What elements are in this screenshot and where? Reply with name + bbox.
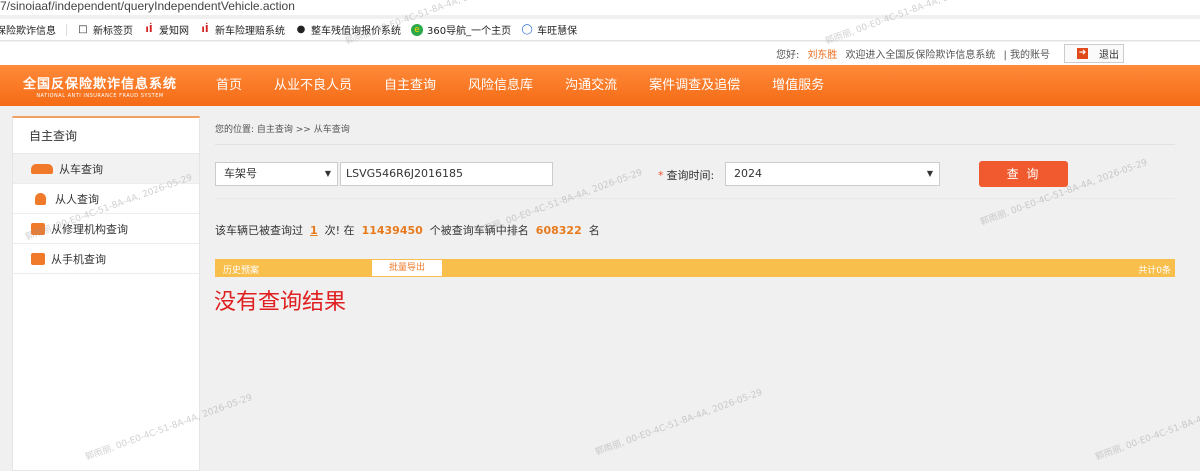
- query-stats: 该车辆已被查询过 1 次! 在 11439450 个被查询车辆中排名 608322 名: [215, 222, 600, 238]
- nav-home[interactable]: 首页: [200, 65, 258, 106]
- repair-shop-icon: [31, 222, 45, 235]
- vin-input[interactable]: LSVG546R6J2016185: [340, 162, 553, 186]
- logout-icon: ➜: [1077, 48, 1088, 59]
- nav-case-investigation[interactable]: 案件调查及追偿: [633, 65, 756, 106]
- history-bar: 历史预案 批量导出 共计0条: [215, 259, 1175, 277]
- nav-self-query[interactable]: 自主查询: [368, 65, 452, 106]
- phone-icon: [31, 252, 45, 265]
- nav-value-added[interactable]: 增值服务: [756, 65, 840, 106]
- main-nav: 全国反保险欺诈信息系统 NATIONAL ANTI INSURANCE FRAU…: [0, 65, 1200, 106]
- history-title: 历史预案: [223, 266, 260, 276]
- required-mark: *: [658, 169, 664, 182]
- bookmarks-bar: 保险欺诈信息 □ 新标签页 ıİ 爱知网 ıİ 新车险理赔系统 ● 整车残值询报…: [0, 19, 1200, 41]
- address-bar[interactable]: 7/sinoiaaf/independent/queryIndependentV…: [0, 0, 1200, 15]
- stats-mid1: 次! 在: [324, 224, 355, 237]
- query-button[interactable]: 查 询: [979, 161, 1068, 187]
- person-icon: [35, 192, 46, 205]
- sidebar-title: 自主查询: [13, 118, 199, 154]
- sidebar-item-label: 从手机查询: [51, 252, 106, 266]
- bookmark-item[interactable]: ıİ 爱知网: [143, 22, 189, 38]
- breadcrumb: 您的位置: 自主查询 >> 从车查询: [215, 125, 350, 135]
- year-value: 2024: [734, 167, 762, 180]
- nav-bad-practitioners[interactable]: 从业不良人员: [258, 65, 368, 106]
- greeting-text: 您好:: [776, 50, 800, 61]
- my-account-link[interactable]: | 我的账号: [1003, 46, 1050, 61]
- sidebar-item-label: 从车查询: [59, 162, 103, 176]
- divider: [215, 144, 1175, 145]
- bookmark-item[interactable]: ıİ 新车险理赔系统: [199, 22, 285, 38]
- history-total: 共计0条: [1138, 266, 1171, 276]
- bookmark-item[interactable]: e 360导航_一个主页: [411, 22, 511, 37]
- sidebar-item-vehicle-query[interactable]: 从车查询: [13, 154, 199, 184]
- divider: [215, 198, 1175, 199]
- query-time-label: * 查询时间:: [658, 167, 714, 183]
- shield-icon: ◯: [521, 23, 533, 35]
- total-vehicles: 11439450: [361, 224, 423, 237]
- logo-subtitle: NATIONAL ANTI INSURANCE FRAUD SYSTEM: [36, 92, 164, 99]
- stats-mid2: 个被查询车辆中排名: [429, 224, 529, 237]
- bookmark-label: 保险欺诈信息: [0, 26, 56, 37]
- sidebar-item-label: 从人查询: [55, 192, 99, 206]
- 360-icon: e: [411, 23, 423, 36]
- brand-icon: ıİ: [145, 23, 153, 35]
- logout-label: 退出: [1099, 50, 1119, 61]
- bookmark-label: 360导航_一个主页: [427, 26, 512, 37]
- year-select[interactable]: 2024 ▼: [725, 162, 940, 186]
- car-icon: [31, 163, 53, 174]
- stats-prefix: 该车辆已被查询过: [215, 224, 303, 237]
- logout-button[interactable]: ➜ 退出: [1064, 44, 1124, 63]
- bookmark-label: 车旺慧保: [537, 26, 578, 37]
- no-result-message: 没有查询结果: [214, 290, 347, 315]
- main-content: 您的位置: 自主查询 >> 从车查询 车架号 ▼ LSVG546R6J20161…: [200, 106, 1200, 471]
- brand-icon: ıİ: [201, 23, 209, 35]
- batch-export-button[interactable]: 批量导出: [372, 260, 442, 276]
- bookmark-label: 爱知网: [159, 26, 189, 37]
- car-icon: ●: [296, 23, 306, 35]
- bookmark-label: 新标签页: [93, 26, 133, 37]
- bookmark-item[interactable]: 保险欺诈信息: [0, 22, 56, 37]
- bookmark-item[interactable]: ◯ 车旺慧保: [521, 22, 578, 38]
- nav-risk-database[interactable]: 风险信息库: [452, 65, 549, 106]
- welcome-text: 欢迎进入全国反保险欺诈信息系统: [845, 50, 996, 61]
- rank-value: 608322: [535, 224, 582, 237]
- username[interactable]: 刘东胜: [807, 46, 837, 61]
- bookmark-separator: [66, 23, 67, 36]
- sidebar-item-label: 从修理机构查询: [51, 222, 128, 236]
- page-icon: □: [78, 23, 88, 35]
- sidebar-item-repair-shop-query[interactable]: 从修理机构查询: [13, 214, 199, 244]
- query-count[interactable]: 1: [310, 224, 318, 237]
- site-logo[interactable]: 全国反保险欺诈信息系统 NATIONAL ANTI INSURANCE FRAU…: [0, 65, 200, 106]
- bookmark-label: 新车险理赔系统: [215, 26, 285, 37]
- query-time-text: 查询时间:: [666, 169, 715, 182]
- chevron-down-icon: ▼: [324, 169, 331, 178]
- sidebar-item-person-query[interactable]: 从人查询: [13, 184, 199, 214]
- bookmark-item[interactable]: □ 新标签页: [77, 22, 133, 38]
- sidebar: 自主查询 从车查询 从人查询 从修理机构查询 从手机查询: [12, 116, 200, 471]
- query-type-value: 车架号: [224, 167, 257, 180]
- chevron-down-icon: ▼: [926, 169, 933, 178]
- bookmark-item[interactable]: ● 整车残值询报价系统: [295, 22, 401, 38]
- stats-suffix: 名: [588, 224, 600, 237]
- bookmark-label: 整车残值询报价系统: [311, 26, 401, 37]
- logo-title: 全国反保险欺诈信息系统: [22, 76, 177, 92]
- nav-communication[interactable]: 沟通交流: [549, 65, 633, 106]
- query-type-select[interactable]: 车架号 ▼: [215, 162, 338, 186]
- user-bar: 您好: 刘东胜 欢迎进入全国反保险欺诈信息系统 | 我的账号 ➜ 退出: [0, 42, 1200, 65]
- sidebar-item-phone-query[interactable]: 从手机查询: [13, 244, 199, 274]
